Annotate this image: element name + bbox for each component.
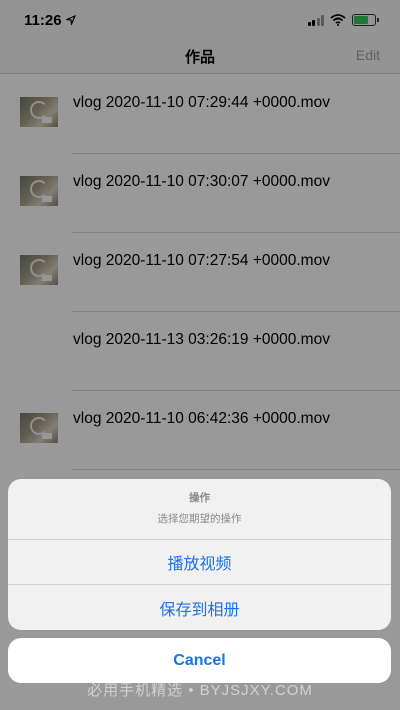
action-sheet-header: 操作 选择您期望的操作 <box>8 479 391 540</box>
save-to-album-button[interactable]: 保存到相册 <box>8 585 391 630</box>
action-sheet: 操作 选择您期望的操作 播放视频 保存到相册 <box>8 479 391 630</box>
action-sheet-message: 选择您期望的操作 <box>157 513 242 525</box>
play-video-button[interactable]: 播放视频 <box>8 540 391 585</box>
watermark: 必用手机精选 • BYJSJXY.COM <box>87 682 313 699</box>
action-sheet-title: 操作 <box>189 492 210 504</box>
cancel-button[interactable]: Cancel <box>8 638 391 683</box>
